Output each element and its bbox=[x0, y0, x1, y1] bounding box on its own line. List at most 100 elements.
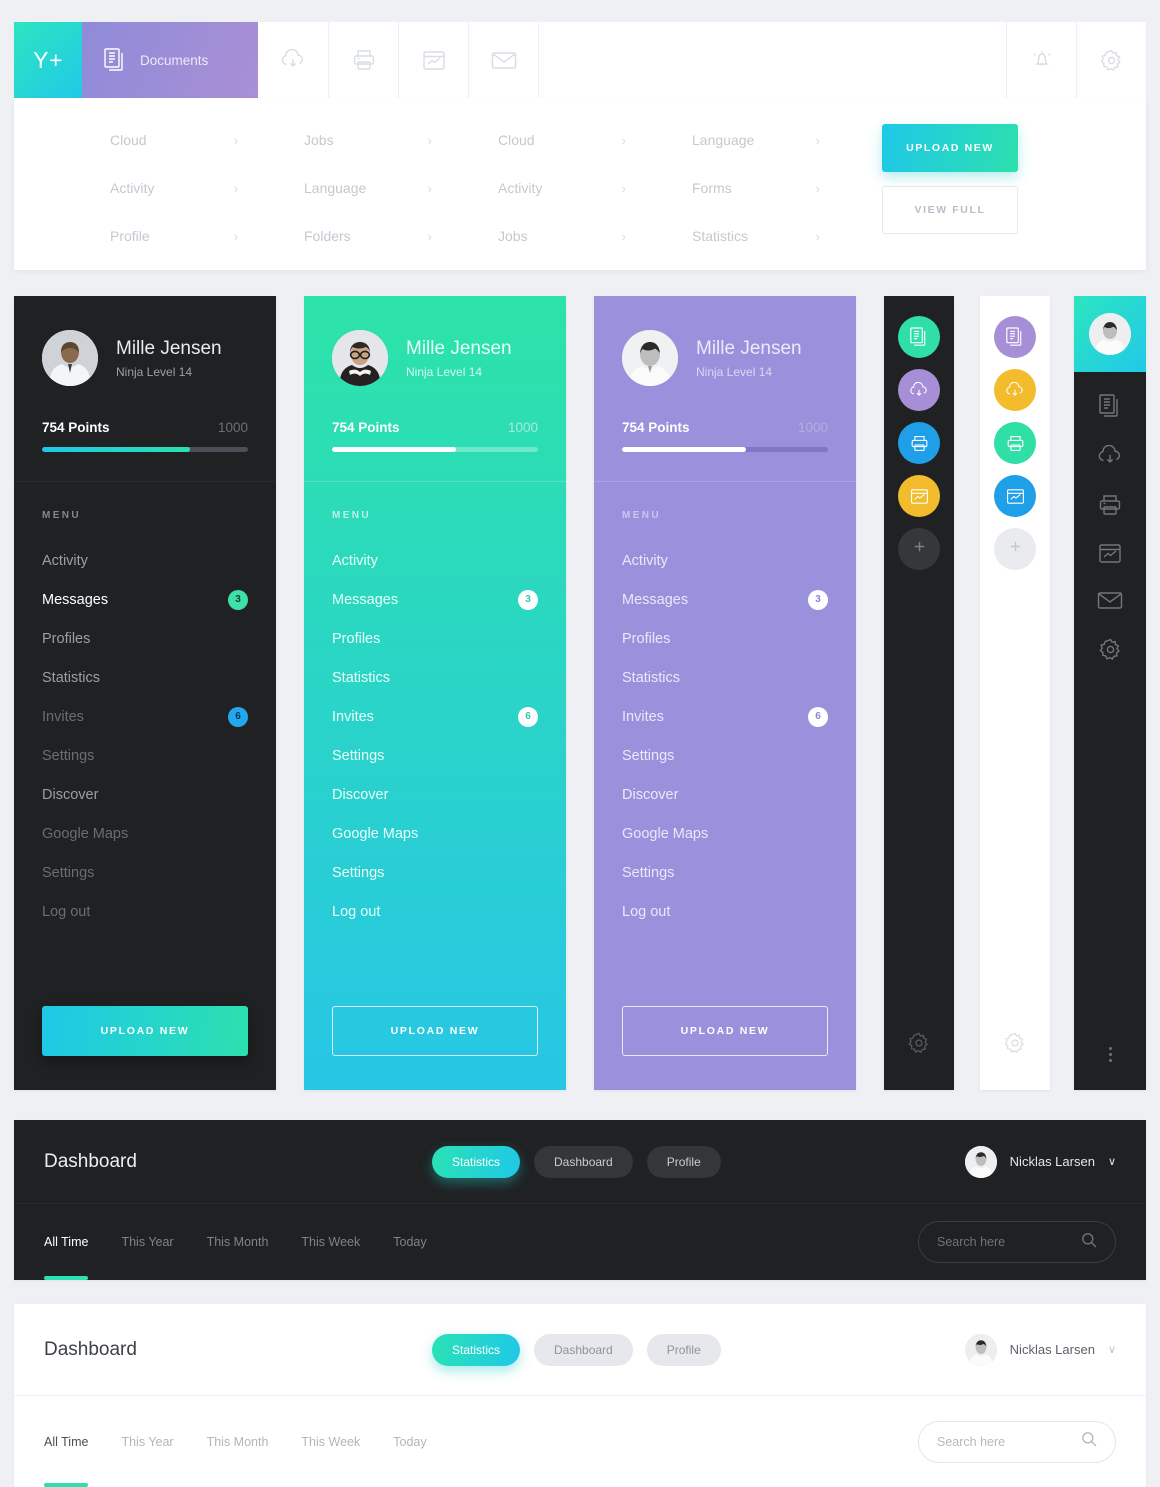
menu-item-log-out[interactable]: Log out bbox=[42, 892, 248, 931]
menu-item-messages[interactable]: Messages 3 bbox=[332, 580, 538, 619]
mega-menu-item[interactable]: Folders › bbox=[304, 212, 432, 260]
menu-item-log-out[interactable]: Log out bbox=[622, 892, 828, 931]
mega-menu-item[interactable]: Forms › bbox=[692, 164, 820, 212]
nav-button-notifications[interactable] bbox=[1006, 22, 1076, 98]
filter-tab-this-week[interactable]: This Week bbox=[301, 1204, 360, 1280]
upload-new-button[interactable]: UPLOAD NEW bbox=[42, 1006, 248, 1056]
menu-item-statistics[interactable]: Statistics bbox=[332, 658, 538, 697]
filter-tab-this-year[interactable]: This Year bbox=[121, 1204, 173, 1280]
menu-item-google-maps[interactable]: Google Maps bbox=[332, 814, 538, 853]
menu-item-profiles[interactable]: Profiles bbox=[622, 619, 828, 658]
upload-new-button[interactable]: UPLOAD NEW bbox=[332, 1006, 538, 1056]
mega-menu-item[interactable]: Statistics › bbox=[692, 212, 820, 260]
envelope-icon[interactable] bbox=[1097, 591, 1123, 615]
menu-item-google-maps[interactable]: Google Maps bbox=[622, 814, 828, 853]
menu-item-settings[interactable]: Settings bbox=[622, 736, 828, 775]
profile-card-purple: Mille Jensen Ninja Level 14 754 Points 1… bbox=[594, 296, 856, 1090]
menu-item-statistics[interactable]: Statistics bbox=[622, 658, 828, 697]
filter-tab-all-time[interactable]: All Time bbox=[44, 1204, 89, 1280]
mega-menu-item[interactable]: Cloud › bbox=[110, 116, 238, 164]
points-row: 754 Points 1000 bbox=[622, 420, 828, 435]
menu-item-log-out[interactable]: Log out bbox=[332, 892, 538, 931]
tab-dashboard[interactable]: Dashboard bbox=[534, 1145, 633, 1178]
documents-icon[interactable] bbox=[1099, 394, 1121, 423]
chart-window-icon[interactable] bbox=[1098, 543, 1122, 569]
more-vertical-icon[interactable] bbox=[1108, 1047, 1112, 1090]
mega-menu-item[interactable]: Jobs › bbox=[498, 212, 626, 260]
mega-menu-item[interactable]: Language › bbox=[304, 164, 432, 212]
upload-new-button[interactable]: UPLOAD NEW bbox=[882, 124, 1018, 172]
rail-settings-button[interactable] bbox=[907, 1031, 931, 1090]
slim-sidebar-header[interactable] bbox=[1074, 296, 1146, 372]
tab-profile[interactable]: Profile bbox=[646, 1333, 721, 1366]
filter-tab-today[interactable]: Today bbox=[393, 1204, 426, 1280]
filter-tab-this-month[interactable]: This Month bbox=[207, 1396, 269, 1487]
rail-button-cloud-upload[interactable] bbox=[898, 369, 940, 411]
menu-item-statistics[interactable]: Statistics bbox=[42, 658, 248, 697]
menu-item-label: Settings bbox=[332, 747, 385, 764]
mega-menu-item[interactable]: Activity › bbox=[110, 164, 238, 212]
nav-tab-documents[interactable]: Documents bbox=[82, 22, 258, 98]
gear-icon[interactable] bbox=[1098, 637, 1123, 667]
upload-new-button[interactable]: UPLOAD NEW bbox=[622, 1006, 828, 1056]
filter-tab-today[interactable]: Today bbox=[393, 1396, 426, 1487]
menu-item-settings-2[interactable]: Settings bbox=[42, 853, 248, 892]
rail-button-statistics[interactable] bbox=[898, 475, 940, 517]
tab-statistics[interactable]: Statistics bbox=[432, 1333, 521, 1366]
nav-button-cloud-upload[interactable] bbox=[258, 22, 328, 98]
mega-menu-item[interactable]: Activity › bbox=[498, 164, 626, 212]
menu-item-settings[interactable]: Settings bbox=[42, 736, 248, 775]
nav-button-mail[interactable] bbox=[468, 22, 538, 98]
rail-button-add[interactable] bbox=[994, 528, 1036, 570]
rail-button-print[interactable] bbox=[994, 422, 1036, 464]
mega-menu-item[interactable]: Cloud › bbox=[498, 116, 626, 164]
menu-item-discover[interactable]: Discover bbox=[42, 775, 248, 814]
menu-item-settings-2[interactable]: Settings bbox=[622, 853, 828, 892]
menu-item-activity[interactable]: Activity bbox=[332, 541, 538, 580]
menu-item-activity[interactable]: Activity bbox=[42, 541, 248, 580]
user-menu[interactable]: Nicklas Larsen ∨ bbox=[964, 1333, 1116, 1366]
filter-tab-all-time[interactable]: All Time bbox=[44, 1396, 89, 1487]
menu-item-discover[interactable]: Discover bbox=[332, 775, 538, 814]
menu-item-messages[interactable]: Messages 3 bbox=[622, 580, 828, 619]
mega-menu-item[interactable]: Jobs › bbox=[304, 116, 432, 164]
search-input[interactable]: Search here bbox=[918, 1221, 1116, 1263]
menu-item-settings[interactable]: Settings bbox=[332, 736, 538, 775]
app-logo[interactable]: Y+ bbox=[14, 22, 82, 98]
rail-button-add[interactable] bbox=[898, 528, 940, 570]
menu-item-invites[interactable]: Invites 6 bbox=[622, 697, 828, 736]
tab-profile[interactable]: Profile bbox=[646, 1145, 721, 1178]
chevron-right-icon: › bbox=[427, 180, 432, 196]
mega-menu-item[interactable]: Profile › bbox=[110, 212, 238, 260]
nav-button-statistics[interactable] bbox=[398, 22, 468, 98]
menu-item-google-maps[interactable]: Google Maps bbox=[42, 814, 248, 853]
view-full-button[interactable]: VIEW FULL bbox=[882, 186, 1018, 234]
nav-button-settings[interactable] bbox=[1076, 22, 1146, 98]
cloud-upload-icon[interactable] bbox=[1097, 444, 1123, 472]
menu-item-activity[interactable]: Activity bbox=[622, 541, 828, 580]
menu-item-discover[interactable]: Discover bbox=[622, 775, 828, 814]
menu-item-invites[interactable]: Invites 6 bbox=[42, 697, 248, 736]
filter-tab-this-month[interactable]: This Month bbox=[207, 1204, 269, 1280]
points-max: 1000 bbox=[797, 420, 828, 435]
rail-button-print[interactable] bbox=[898, 422, 940, 464]
menu-item-profiles[interactable]: Profiles bbox=[332, 619, 538, 658]
rail-button-documents[interactable] bbox=[994, 316, 1036, 358]
tab-dashboard[interactable]: Dashboard bbox=[534, 1333, 633, 1366]
nav-button-print[interactable] bbox=[328, 22, 398, 98]
user-menu[interactable]: Nicklas Larsen ∨ bbox=[964, 1145, 1116, 1178]
menu-item-invites[interactable]: Invites 6 bbox=[332, 697, 538, 736]
filter-tab-this-week[interactable]: This Week bbox=[301, 1396, 360, 1487]
mega-menu-item[interactable]: Language › bbox=[692, 116, 820, 164]
menu-item-profiles[interactable]: Profiles bbox=[42, 619, 248, 658]
menu-item-messages[interactable]: Messages 3 bbox=[42, 580, 248, 619]
menu-item-settings-2[interactable]: Settings bbox=[332, 853, 538, 892]
rail-button-cloud-upload[interactable] bbox=[994, 369, 1036, 411]
filter-tab-this-year[interactable]: This Year bbox=[121, 1396, 173, 1487]
printer-icon[interactable] bbox=[1098, 494, 1122, 521]
rail-button-documents[interactable] bbox=[898, 316, 940, 358]
tab-statistics[interactable]: Statistics bbox=[432, 1145, 521, 1178]
rail-button-statistics[interactable] bbox=[994, 475, 1036, 517]
rail-settings-button[interactable] bbox=[1003, 1031, 1027, 1090]
search-input[interactable]: Search here bbox=[918, 1420, 1116, 1463]
